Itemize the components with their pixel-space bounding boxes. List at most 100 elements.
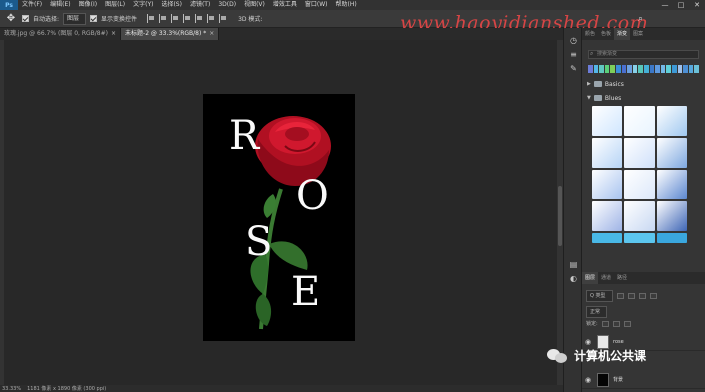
tab-layers[interactable]: 图层 [582,272,599,284]
gradient-preset[interactable] [592,137,623,168]
align-bottom-icon[interactable] [207,14,216,23]
gradient-swatch[interactable] [677,65,683,73]
lock-row: 锁定: [582,320,705,327]
visibility-eye-icon[interactable]: ◉ [585,376,593,384]
gradient-swatch[interactable] [666,65,671,73]
gradient-preset[interactable] [656,201,687,231]
gradient-preset[interactable] [656,169,687,200]
filter-shape-icon[interactable] [649,293,657,299]
menu-edit[interactable]: 编辑(E) [46,0,74,10]
gradient-swatch[interactable] [655,65,660,73]
lock-position-icon[interactable] [612,320,620,327]
gradient-preset[interactable] [624,106,655,136]
menu-plugins[interactable]: 增效工具 [269,0,301,10]
visibility-eye-icon[interactable]: ◉ [585,338,593,346]
tab-untitled-2[interactable]: 未标题-2 @ 33.3%(RGB/8) * × [121,28,220,40]
gradient-swatch[interactable] [671,65,677,73]
gradient-preset[interactable] [592,169,623,200]
align-left-icon[interactable] [147,14,156,23]
lock-all-icon[interactable] [623,320,631,327]
gradient-preset[interactable] [592,233,623,243]
gradient-preset[interactable] [624,169,655,200]
close-tab-icon[interactable]: × [111,30,116,37]
align-top-icon[interactable] [183,14,192,23]
gradient-swatch[interactable] [593,65,599,73]
gradient-preset[interactable] [624,201,655,231]
show-transform-checkbox[interactable] [90,15,98,22]
gradient-swatch[interactable] [683,65,688,73]
tab-rose-jpg[interactable]: 玫瑰.jpg @ 66.7% (图层 0, RGB/8#) × [0,28,122,40]
document-canvas[interactable]: R O S E [203,94,355,341]
gradient-swatch[interactable] [688,65,694,73]
filter-type-icon[interactable] [638,293,646,299]
gradient-preset[interactable] [656,137,687,168]
gradient-swatch[interactable] [615,65,621,73]
layer-filter-dropdown[interactable]: Q 类型 [586,290,613,302]
gradient-swatch[interactable] [649,65,655,73]
gradient-preset[interactable] [592,106,623,136]
menu-image[interactable]: 图像(I) [75,0,101,10]
gradient-preset[interactable] [656,233,687,243]
close-window-button[interactable]: ✕ [689,0,705,10]
gradient-preset[interactable] [624,137,655,168]
align-center-icon[interactable] [159,14,168,23]
menu-select[interactable]: 选择(S) [157,0,186,10]
menu-layer[interactable]: 图层(L) [101,0,129,10]
gradient-swatch[interactable] [627,65,632,73]
gradient-swatch[interactable] [588,65,593,73]
tab-patterns[interactable]: 图案 [630,28,646,40]
gradient-swatch[interactable] [632,65,638,73]
menu-type[interactable]: 文字(Y) [129,0,157,10]
folder-basics[interactable]: ▶ Basics [587,79,705,89]
move-tool-icon[interactable]: ✥ [4,13,18,24]
tab-paths[interactable]: 路径 [614,272,630,284]
search-icon[interactable]: ⌕ [638,14,643,24]
gradient-swatch[interactable] [694,65,699,73]
gradient-preset[interactable] [656,106,687,136]
tab-channels[interactable]: 通道 [598,272,614,284]
align-middle-icon[interactable] [195,14,204,23]
gradient-swatch[interactable] [599,65,604,73]
gradient-swatch[interactable] [660,65,666,73]
layer-row-background[interactable]: ◉ 背景 [582,371,705,389]
gradient-swatch[interactable] [643,65,649,73]
history-icon[interactable]: ◷ [569,36,578,45]
minimize-button[interactable]: — [657,0,673,10]
menu-file[interactable]: 文件(F) [18,0,46,10]
auto-select-checkbox[interactable] [22,15,29,22]
document-info: 1181 像素 x 1890 像素 (300 ppi) [27,386,107,392]
gradient-search-input[interactable]: 搜索渐变 [588,50,699,59]
menu-help[interactable]: 帮助(H) [332,0,361,10]
close-tab-icon[interactable]: × [209,30,214,37]
gradient-swatch[interactable] [621,65,627,73]
channels-icon[interactable]: ◐ [569,274,578,283]
maximize-button[interactable]: □ [673,0,689,10]
gradient-swatch[interactable] [638,65,643,73]
gradient-swatch[interactable] [610,65,615,73]
scrollbar-thumb[interactable] [558,186,562,246]
menu-3d[interactable]: 3D(D) [214,0,240,10]
auto-select-dropdown[interactable]: 图层 [63,12,87,25]
zoom-level[interactable]: 33.33% [2,386,21,392]
filter-pixel-icon[interactable] [616,293,624,299]
tab-gradients[interactable]: 渐变 [614,28,631,40]
tab-swatches[interactable]: 色板 [598,28,614,40]
gradient-preset[interactable] [592,201,623,231]
folder-blues[interactable]: ▼ Blues [587,93,705,103]
tab-color[interactable]: 颜色 [582,28,598,40]
properties-icon[interactable]: ≡ [569,50,578,59]
brush-icon[interactable]: ✎ [569,64,578,73]
distribute-icon[interactable] [219,14,228,23]
blend-mode-dropdown[interactable]: 正常 [586,306,608,318]
lock-pixels-icon[interactable] [601,320,609,327]
folder-icon [593,95,602,101]
lock-label: 锁定: [586,321,598,327]
gradient-swatch[interactable] [604,65,610,73]
layers-panel-icon[interactable]: ▤ [569,260,578,269]
gradient-preset[interactable] [624,233,655,243]
menu-view[interactable]: 视图(V) [240,0,269,10]
menu-filter[interactable]: 滤镜(T) [186,0,214,10]
align-right-icon[interactable] [171,14,180,23]
filter-adjust-icon[interactable] [627,293,635,299]
menu-window[interactable]: 窗口(W) [301,0,332,10]
